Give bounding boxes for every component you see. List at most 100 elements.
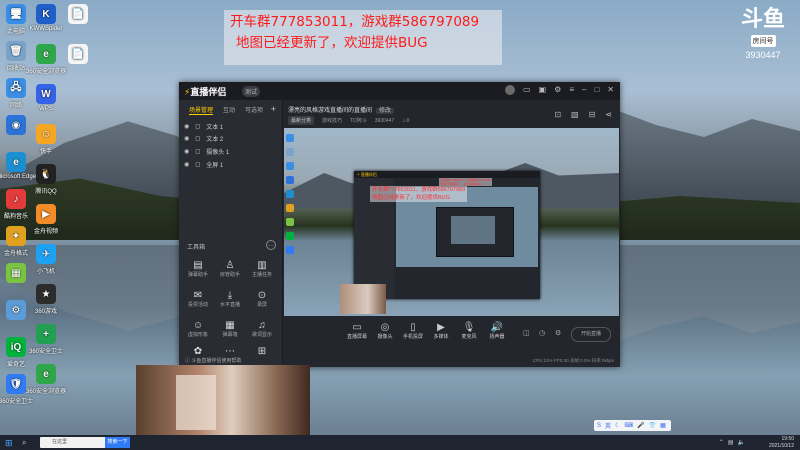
tool-lyrics[interactable]: ♫ 歌词显示	[247, 320, 277, 338]
microphone-toggle[interactable]: 🎙 麦克风	[455, 322, 483, 340]
tool-danmu-wall[interactable]: ▦ 弹幕墙	[215, 320, 245, 338]
tab-interact[interactable]: 互动	[223, 105, 235, 115]
stream-preview[interactable]: ⚡ 直播伴侣 开车群777853011，游戏群586797089 地图已经更新了，…	[284, 128, 619, 316]
eye-icon[interactable]: ◉	[184, 161, 189, 168]
timer-icon[interactable]: ◷	[539, 329, 545, 337]
lock-icon[interactable]: ◻	[195, 123, 200, 130]
streamer-name: TD阿斗	[350, 118, 367, 124]
eye-icon[interactable]: ◉	[184, 135, 189, 142]
app-icon: 📄	[68, 44, 88, 64]
speaker-toggle[interactable]: 🔊 扬声器	[483, 322, 511, 340]
desktop-icon[interactable]: ✈ 小飞机	[24, 244, 68, 275]
scene-item[interactable]: ◉ ◻ 文本 1	[184, 122, 223, 131]
ime-mic-icon[interactable]: 🎤	[637, 422, 644, 429]
windows-start-icon[interactable]: ⊞	[5, 438, 13, 449]
desktop-icon-label: 360游戏	[34, 309, 57, 315]
app-icon: 📄	[68, 4, 88, 24]
share-icon[interactable]: ⋖	[605, 110, 612, 119]
lock-icon[interactable]: ◻	[195, 135, 200, 142]
rank-icon[interactable]: ▧	[571, 110, 579, 119]
tab-scenes[interactable]: 场景管理	[189, 105, 214, 115]
scene-item[interactable]: ◉ ◻ 摄像头 1	[184, 147, 229, 156]
minimize-icon[interactable]: –	[582, 85, 586, 95]
app-icon: ★	[36, 284, 56, 304]
gift-icon[interactable]: ⊟	[589, 110, 596, 119]
desktop-icon[interactable]: W WPS	[24, 84, 68, 112]
ime-shirt-icon[interactable]: 👕	[649, 422, 656, 429]
source-camera[interactable]: ◎ 摄像头	[371, 322, 399, 340]
lock-icon[interactable]: ⊡	[554, 110, 561, 119]
taskbar-search-button[interactable]: 搜索一下	[105, 437, 130, 448]
gift-icon[interactable]: ▣	[539, 85, 547, 95]
tool-admin[interactable]: ♙ 房管助手	[215, 260, 245, 278]
add-icon[interactable]: +	[271, 104, 276, 114]
desktop-icon[interactable]: ★ 360游戏	[24, 284, 68, 315]
toolbox-more-icon[interactable]: …	[266, 240, 276, 250]
tool-horizontal[interactable]: ⤓ 水平直播	[215, 290, 245, 308]
ime-grid-icon[interactable]: ▦	[660, 422, 666, 429]
desktop-icon[interactable]: ▶ 金舟视频	[24, 204, 68, 235]
tool-avatar[interactable]: ☺ 虚拟形象	[183, 320, 213, 338]
message-icon[interactable]: ▭	[523, 85, 531, 95]
ime-s-icon[interactable]: S	[597, 423, 601, 429]
source-phone[interactable]: ▯ 手机投屏	[399, 322, 427, 340]
desktop-icon[interactable]: 🐧 腾讯QQ	[24, 164, 68, 195]
volume-icon[interactable]: 🔈	[738, 439, 745, 446]
tool-vote[interactable]: ✉ 投票活动	[183, 290, 213, 308]
desktop-icon-label: 360安全卫士	[28, 349, 63, 355]
tool-danmu[interactable]: ▤ 弹幕助手	[183, 260, 213, 278]
room-id: 3930447	[374, 117, 395, 124]
edit-title-button[interactable]: 修改	[376, 108, 395, 114]
chevron-up-icon[interactable]: ⌃	[719, 439, 724, 446]
menu-icon[interactable]: ≡	[569, 85, 574, 95]
source-media[interactable]: ▶ 多媒体	[427, 322, 455, 340]
desktop-icon-label: 360安全浏览器	[25, 69, 66, 75]
ime-toolbar[interactable]: S 英 ☾ ⌨ 🎤 👕 ▦	[594, 420, 671, 431]
lock-icon[interactable]: ◻	[195, 161, 200, 168]
tool-task[interactable]: ▥ 主播任务	[247, 260, 277, 278]
scene-item[interactable]: ◉ ◻ 文本 2	[184, 134, 223, 143]
tool-record[interactable]: ⊙ 录屏	[247, 290, 277, 308]
avatar[interactable]	[505, 85, 516, 95]
search-icon[interactable]: ⌕	[22, 438, 26, 448]
eye-icon[interactable]: ◉	[184, 123, 189, 130]
source-screen[interactable]: ▭ 直播屏幕	[343, 322, 371, 340]
app-icon: e	[36, 364, 56, 384]
scene-item[interactable]: ◉ ◻ 全屏 1	[184, 160, 223, 169]
taskbar: ⊞ ⌕ 在这里 搜索一下 ⌃ ▤ 🔈 19:50 2021/10/12	[0, 435, 800, 450]
taskbar-clock[interactable]: 19:50 2021/10/12	[769, 436, 794, 449]
desktop-icon[interactable]: +360安全卫士	[24, 324, 68, 355]
maximize-icon[interactable]: □	[594, 85, 599, 95]
desktop-icon[interactable]: 📄	[56, 4, 100, 26]
ime-keyboard-icon[interactable]: ⌨	[624, 422, 633, 429]
app-icon: 🗑	[6, 41, 26, 61]
live-companion-window: ⚡直播伴侣 测试 ▭ ▣ ⚙ ≡ – □ ✕ 场景管理 互动 可选项 + ◉ ◻ 文…	[179, 82, 620, 367]
settings-icon[interactable]: ⚙	[555, 329, 561, 337]
start-live-button[interactable]: 开始直播	[571, 327, 611, 342]
tab-options[interactable]: 可选项	[245, 105, 263, 115]
network-icon[interactable]: ▤	[728, 439, 734, 446]
category-chip[interactable]: 最新分类	[288, 116, 315, 125]
user-icon: ♙	[225, 260, 235, 271]
desktop-icon-label: 小飞机	[36, 269, 55, 275]
lock-icon[interactable]: ◻	[195, 148, 200, 155]
app-icon: ▦	[6, 263, 26, 283]
settings-icon[interactable]: ⚙	[554, 85, 561, 95]
desktop-icon-label: 快手	[39, 149, 52, 155]
eye-icon[interactable]: ◉	[184, 148, 189, 155]
app-logo: ⚡直播伴侣	[184, 87, 227, 97]
media-icon: ▶	[437, 322, 445, 333]
desktop-icon[interactable]: e 360安全浏览器	[24, 364, 68, 395]
title-bar[interactable]: ⚡直播伴侣 测试 ▭ ▣ ⚙ ≡ – □ ✕	[179, 82, 620, 100]
desktop-icon[interactable]: 📄	[56, 44, 100, 66]
preview-webcam	[340, 284, 386, 314]
desktop-icon[interactable]: ☺ 快手	[24, 124, 68, 155]
close-icon[interactable]: ✕	[607, 85, 614, 95]
nested-inner-window	[436, 207, 514, 257]
record-toggle-icon[interactable]: ◫	[523, 329, 530, 337]
ime-moon-icon[interactable]: ☾	[615, 422, 620, 429]
speaker-icon: 🔊	[490, 322, 504, 333]
ime-lang-icon[interactable]: 英	[605, 421, 611, 430]
nested-overlay-text: 开车群777853011，游戏群586797089 地图已经更新了，欢迎提供BUG	[370, 186, 468, 202]
app-icon: 🖥	[6, 4, 26, 24]
